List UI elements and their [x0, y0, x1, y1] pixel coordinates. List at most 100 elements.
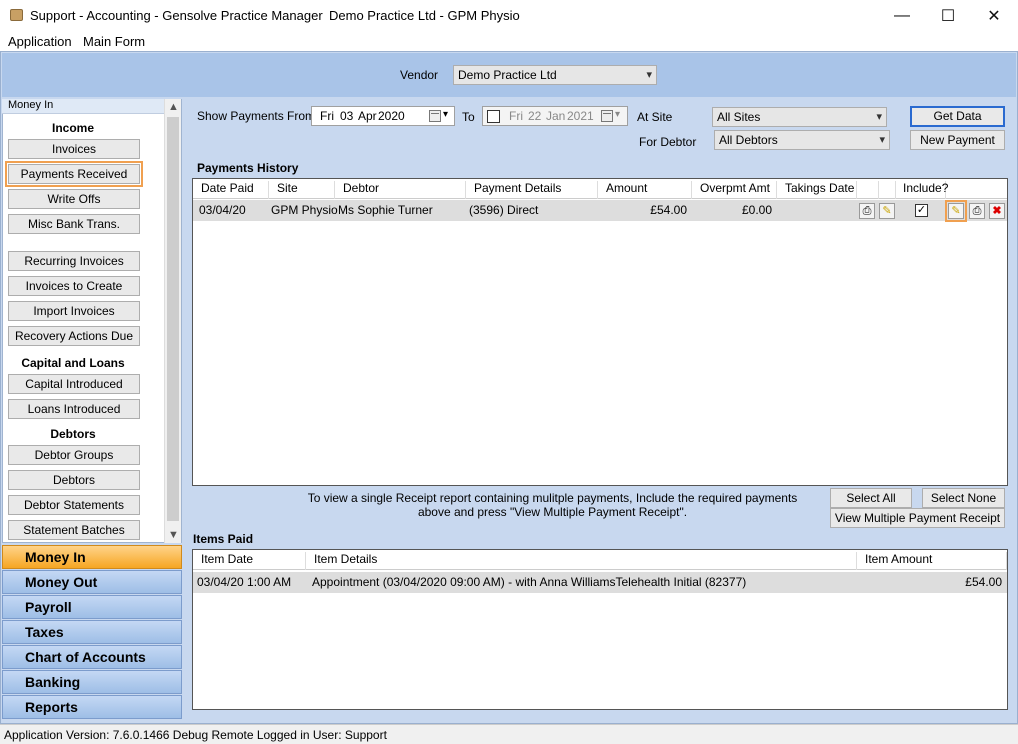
module-banking[interactable]: Banking [2, 670, 182, 694]
col-edit [879, 181, 896, 199]
nav-loans-introduced[interactable]: Loans Introduced [8, 399, 140, 419]
payments-history-grid: Date Paid Site Debtor Payment Details Am… [192, 178, 1008, 486]
window-subtitle: Demo Practice Ltd - GPM Physio [329, 8, 520, 23]
module-taxes[interactable]: Taxes [2, 620, 182, 644]
nav-invoices[interactable]: Invoices [8, 139, 140, 159]
col-date-paid[interactable]: Date Paid [193, 181, 269, 199]
col-takings-date[interactable]: Takings Date [777, 181, 857, 199]
from-date-picker[interactable]: Fri 03 Apr 2020 ▾ [311, 106, 455, 126]
table-row[interactable]: 03/04/20 GPM Physio Ms Sophie Turner (35… [193, 200, 1007, 222]
window-title: Support - Accounting - Gensolve Practice… [30, 8, 323, 23]
module-reports[interactable]: Reports [2, 695, 182, 719]
cell-site: GPM Physio [271, 203, 338, 217]
left-panel-scrollbar[interactable]: ▲ ▼ [164, 99, 181, 543]
nav-payments-received[interactable]: Payments Received [5, 161, 143, 187]
section-capital-loans: Capital and Loans [21, 356, 125, 370]
col-debtor[interactable]: Debtor [335, 181, 466, 199]
site-select-value: All Sites [717, 110, 761, 124]
nav-debtor-statements[interactable]: Debtor Statements [8, 495, 140, 515]
cell-debtor: Ms Sophie Turner [338, 203, 433, 217]
vendor-select-value: Demo Practice Ltd [458, 68, 557, 82]
col-site[interactable]: Site [269, 181, 335, 199]
report-icon[interactable]: ⎙ [859, 203, 875, 219]
cell-date-paid: 03/04/20 [199, 203, 246, 217]
new-payment-button[interactable]: New Payment [910, 130, 1005, 150]
scrollbar-thumb[interactable] [167, 117, 179, 521]
from-date-date: 03 [340, 109, 354, 123]
status-text: Application Version: 7.6.0.1466 Debug Re… [4, 728, 387, 742]
cell-payment-details: (3596) Direct [469, 203, 539, 217]
delete-icon[interactable]: ✖ [989, 203, 1005, 219]
nav-misc-bank-trans[interactable]: Misc Bank Trans. [8, 214, 140, 234]
vendor-bar: Vendor Demo Practice Ltd ▾ [2, 53, 1016, 97]
nav-debtor-groups[interactable]: Debtor Groups [8, 445, 140, 465]
section-debtors: Debtors [50, 427, 96, 441]
select-all-button[interactable]: Select All [830, 488, 912, 508]
module-money-out[interactable]: Money Out [2, 570, 182, 594]
multiple-receipt-notice: To view a single Receipt report containi… [307, 491, 798, 519]
at-site-label: At Site [637, 110, 673, 124]
close-icon[interactable]: ✕ [971, 0, 1017, 31]
scroll-up-icon[interactable]: ▲ [168, 101, 179, 113]
col-overpmt-amt[interactable]: Overpmt Amt [692, 181, 777, 199]
edit-icon[interactable]: ✎ [879, 203, 895, 219]
left-panel-header: Money In [2, 99, 167, 114]
to-date-day: Fri [509, 109, 523, 123]
status-bar: Application Version: 7.6.0.1466 Debug Re… [0, 724, 1018, 744]
menu-main-form[interactable]: Main Form [83, 34, 145, 49]
maximize-icon[interactable]: ☐ [925, 0, 971, 31]
items-paid-grid: Item Date Item Details Item Amount 03/04… [192, 549, 1008, 710]
calendar-icon[interactable] [429, 110, 441, 122]
module-payroll[interactable]: Payroll [2, 595, 182, 619]
include-checkbox[interactable]: ✓ [915, 204, 928, 217]
table-row[interactable]: 03/04/20 1:00 AM Appointment (03/04/2020… [193, 572, 1007, 593]
site-select[interactable]: All Sites ▾ [712, 107, 887, 127]
cell-overpmt-amt: £0.00 [741, 203, 772, 217]
debtor-select[interactable]: All Debtors ▾ [714, 130, 890, 150]
cell-amount: £54.00 [650, 203, 687, 217]
chevron-down-icon: ▾ [646, 69, 652, 81]
nav-statement-batches[interactable]: Statement Batches [8, 520, 140, 540]
cell-item-amount: £54.00 [965, 575, 1002, 589]
col-amount[interactable]: Amount [598, 181, 692, 199]
col-include[interactable]: Include? [896, 181, 948, 199]
payments-history-title: Payments History [197, 161, 299, 175]
get-data-button[interactable]: Get Data [910, 106, 1005, 127]
cell-item-date: 03/04/20 1:00 AM [197, 575, 292, 589]
menu-application[interactable]: Application [8, 34, 72, 49]
to-date-year: 2021 [567, 109, 594, 123]
module-money-in[interactable]: Money In [2, 545, 182, 569]
to-date-checkbox[interactable] [487, 110, 500, 123]
col-item-date[interactable]: Item Date [193, 552, 306, 570]
col-item-details[interactable]: Item Details [306, 552, 857, 570]
col-payment-details[interactable]: Payment Details [466, 181, 598, 199]
nav-recurring-invoices[interactable]: Recurring Invoices [8, 251, 140, 271]
from-date-month: Apr [358, 109, 377, 123]
to-label: To [462, 110, 475, 124]
nav-debtors[interactable]: Debtors [8, 470, 140, 490]
section-income: Income [51, 121, 94, 135]
chevron-down-icon: ▾ [876, 111, 882, 123]
from-date-year: 2020 [378, 109, 405, 123]
vendor-select[interactable]: Demo Practice Ltd ▾ [453, 65, 657, 85]
items-paid-header: Item Date Item Details Item Amount [193, 550, 1007, 570]
nav-write-offs[interactable]: Write Offs [8, 189, 140, 209]
edit-payment-icon[interactable]: ✎ [945, 200, 967, 222]
calendar-icon[interactable] [601, 110, 613, 122]
nav-capital-introduced[interactable]: Capital Introduced [8, 374, 140, 394]
debtor-select-value: All Debtors [719, 133, 778, 147]
vendor-label: Vendor [400, 68, 439, 82]
nav-invoices-to-create[interactable]: Invoices to Create [8, 276, 140, 296]
to-date-date: 22 [528, 109, 542, 123]
select-none-button[interactable]: Select None [922, 488, 1005, 508]
view-multiple-receipt-button[interactable]: View Multiple Payment Receipt [830, 508, 1005, 528]
receipt-icon[interactable]: ⎙ [969, 203, 985, 219]
show-payments-from-label: Show Payments From [197, 109, 316, 123]
minimize-icon[interactable]: — [879, 0, 925, 31]
scroll-down-icon[interactable]: ▼ [168, 529, 179, 541]
col-item-amount[interactable]: Item Amount [857, 552, 1007, 570]
module-chart-of-accounts[interactable]: Chart of Accounts [2, 645, 182, 669]
nav-recovery-actions-due[interactable]: Recovery Actions Due [8, 326, 140, 346]
to-date-picker[interactable]: Fri 22 Jan 2021 ▾ [482, 106, 628, 126]
nav-import-invoices[interactable]: Import Invoices [8, 301, 140, 321]
